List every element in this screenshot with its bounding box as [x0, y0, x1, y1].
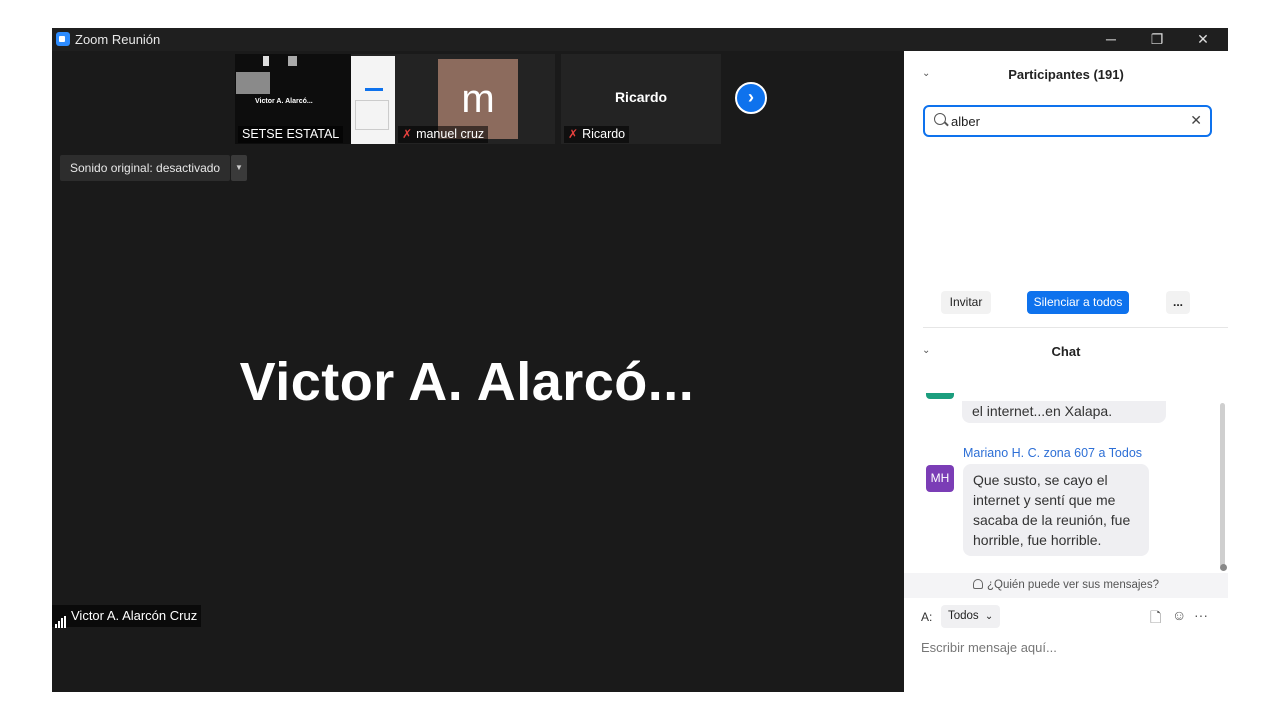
chat-message-bubble: Que susto, se cayo el internet y sentí q… — [963, 464, 1149, 556]
restore-button[interactable]: ❐ — [1134, 28, 1180, 51]
avatar — [926, 393, 954, 399]
section-divider — [923, 327, 1228, 328]
thumbnail-name-tag: ✗ manuel cruz — [398, 126, 489, 143]
chat-message-bubble: el internet...en Xalapa. — [962, 401, 1166, 423]
active-speaker-tag: Victor A. Alarcón Cruz — [52, 605, 202, 628]
close-button[interactable]: ✕ — [1180, 28, 1226, 51]
participant-thumbnail-ricardo[interactable]: Ricardo ✗ Ricardo — [561, 54, 721, 144]
chat-message-line: sacaba de la reunión, fue — [973, 512, 1131, 528]
zoom-window: Zoom Reunión ─ ❐ ✕ Victor A. Alarcó... S… — [52, 28, 1228, 692]
mute-all-button[interactable]: Silenciar a todos — [1027, 291, 1129, 314]
video-area: Victor A. Alarcó... SETSE ESTATAL m ✗ man… — [52, 51, 904, 692]
shared-image — [236, 72, 270, 94]
original-sound-dropdown-icon[interactable]: ▼ — [231, 155, 247, 181]
signal-strength-icon — [55, 606, 67, 628]
thumbnail-name-tag: ✗ Ricardo — [564, 126, 630, 143]
emoji-icon[interactable]: ☺ — [1172, 607, 1186, 623]
chat-compose-input[interactable]: Escribir mensaje aquí... — [921, 640, 1057, 655]
chat-title: Chat — [1051, 344, 1081, 359]
search-input[interactable] — [951, 111, 1191, 131]
muted-mic-icon: ✗ — [568, 127, 579, 141]
chat-scrollbar[interactable] — [1220, 403, 1225, 568]
side-panel: ⌄ Participantes (191) ✕ Invitar Silencia… — [904, 51, 1228, 692]
participant-display-name: Ricardo — [614, 89, 668, 105]
invite-button[interactable]: Invitar — [941, 291, 991, 314]
user-visibility-icon — [973, 579, 984, 589]
chat-scrollbar-thumb[interactable] — [1220, 564, 1227, 571]
who-can-see-link[interactable]: ¿Quién puede ver sus mensajes? — [904, 573, 1228, 598]
recipient-dropdown[interactable]: Todos ⌄ — [941, 605, 1000, 628]
participant-search[interactable]: ✕ — [923, 105, 1212, 137]
chat-sender[interactable]: Mariano H. C. zona 607 a Todos — [963, 446, 1142, 460]
clear-search-icon[interactable]: ✕ — [1190, 112, 1202, 129]
participant-thumbnail-manuel[interactable]: m ✗ manuel cruz — [395, 54, 555, 144]
chat-message-line: Que susto, se cayo el — [973, 472, 1108, 488]
original-sound-button[interactable]: Sonido original: desactivado — [60, 155, 231, 181]
participant-thumbnail-setse[interactable]: Victor A. Alarcó... SETSE ESTATAL — [235, 54, 395, 144]
next-page-arrow-icon[interactable]: › — [735, 82, 767, 114]
avatar: MH — [926, 465, 954, 492]
chat-message-line: internet y sentí que me — [973, 492, 1116, 508]
screen-share-panel — [351, 56, 395, 144]
window-title: Zoom Reunión — [75, 32, 161, 47]
chat-message-line: horrible, fue horrible. — [973, 532, 1102, 548]
active-speaker-name: Victor A. Alarcó... — [239, 352, 695, 412]
more-icon[interactable]: ··· — [1194, 607, 1208, 623]
muted-mic-icon: ✗ — [402, 127, 413, 141]
zoom-app-icon — [56, 32, 70, 46]
recipient-label: A: — [921, 610, 933, 624]
search-icon — [934, 113, 946, 125]
minimize-button[interactable]: ─ — [1088, 28, 1134, 51]
title-bar: Zoom Reunión ─ ❐ ✕ — [52, 28, 1228, 51]
file-icon[interactable]: 🗋 — [1150, 607, 1161, 631]
screen-share-name: Victor A. Alarcó... — [255, 98, 313, 105]
chevron-down-icon: ⌄ — [984, 611, 994, 622]
more-options-button[interactable]: ... — [1166, 291, 1190, 314]
participants-title: Participantes (191) — [1008, 67, 1124, 82]
thumbnail-name-tag: SETSE ESTATAL — [238, 126, 344, 143]
